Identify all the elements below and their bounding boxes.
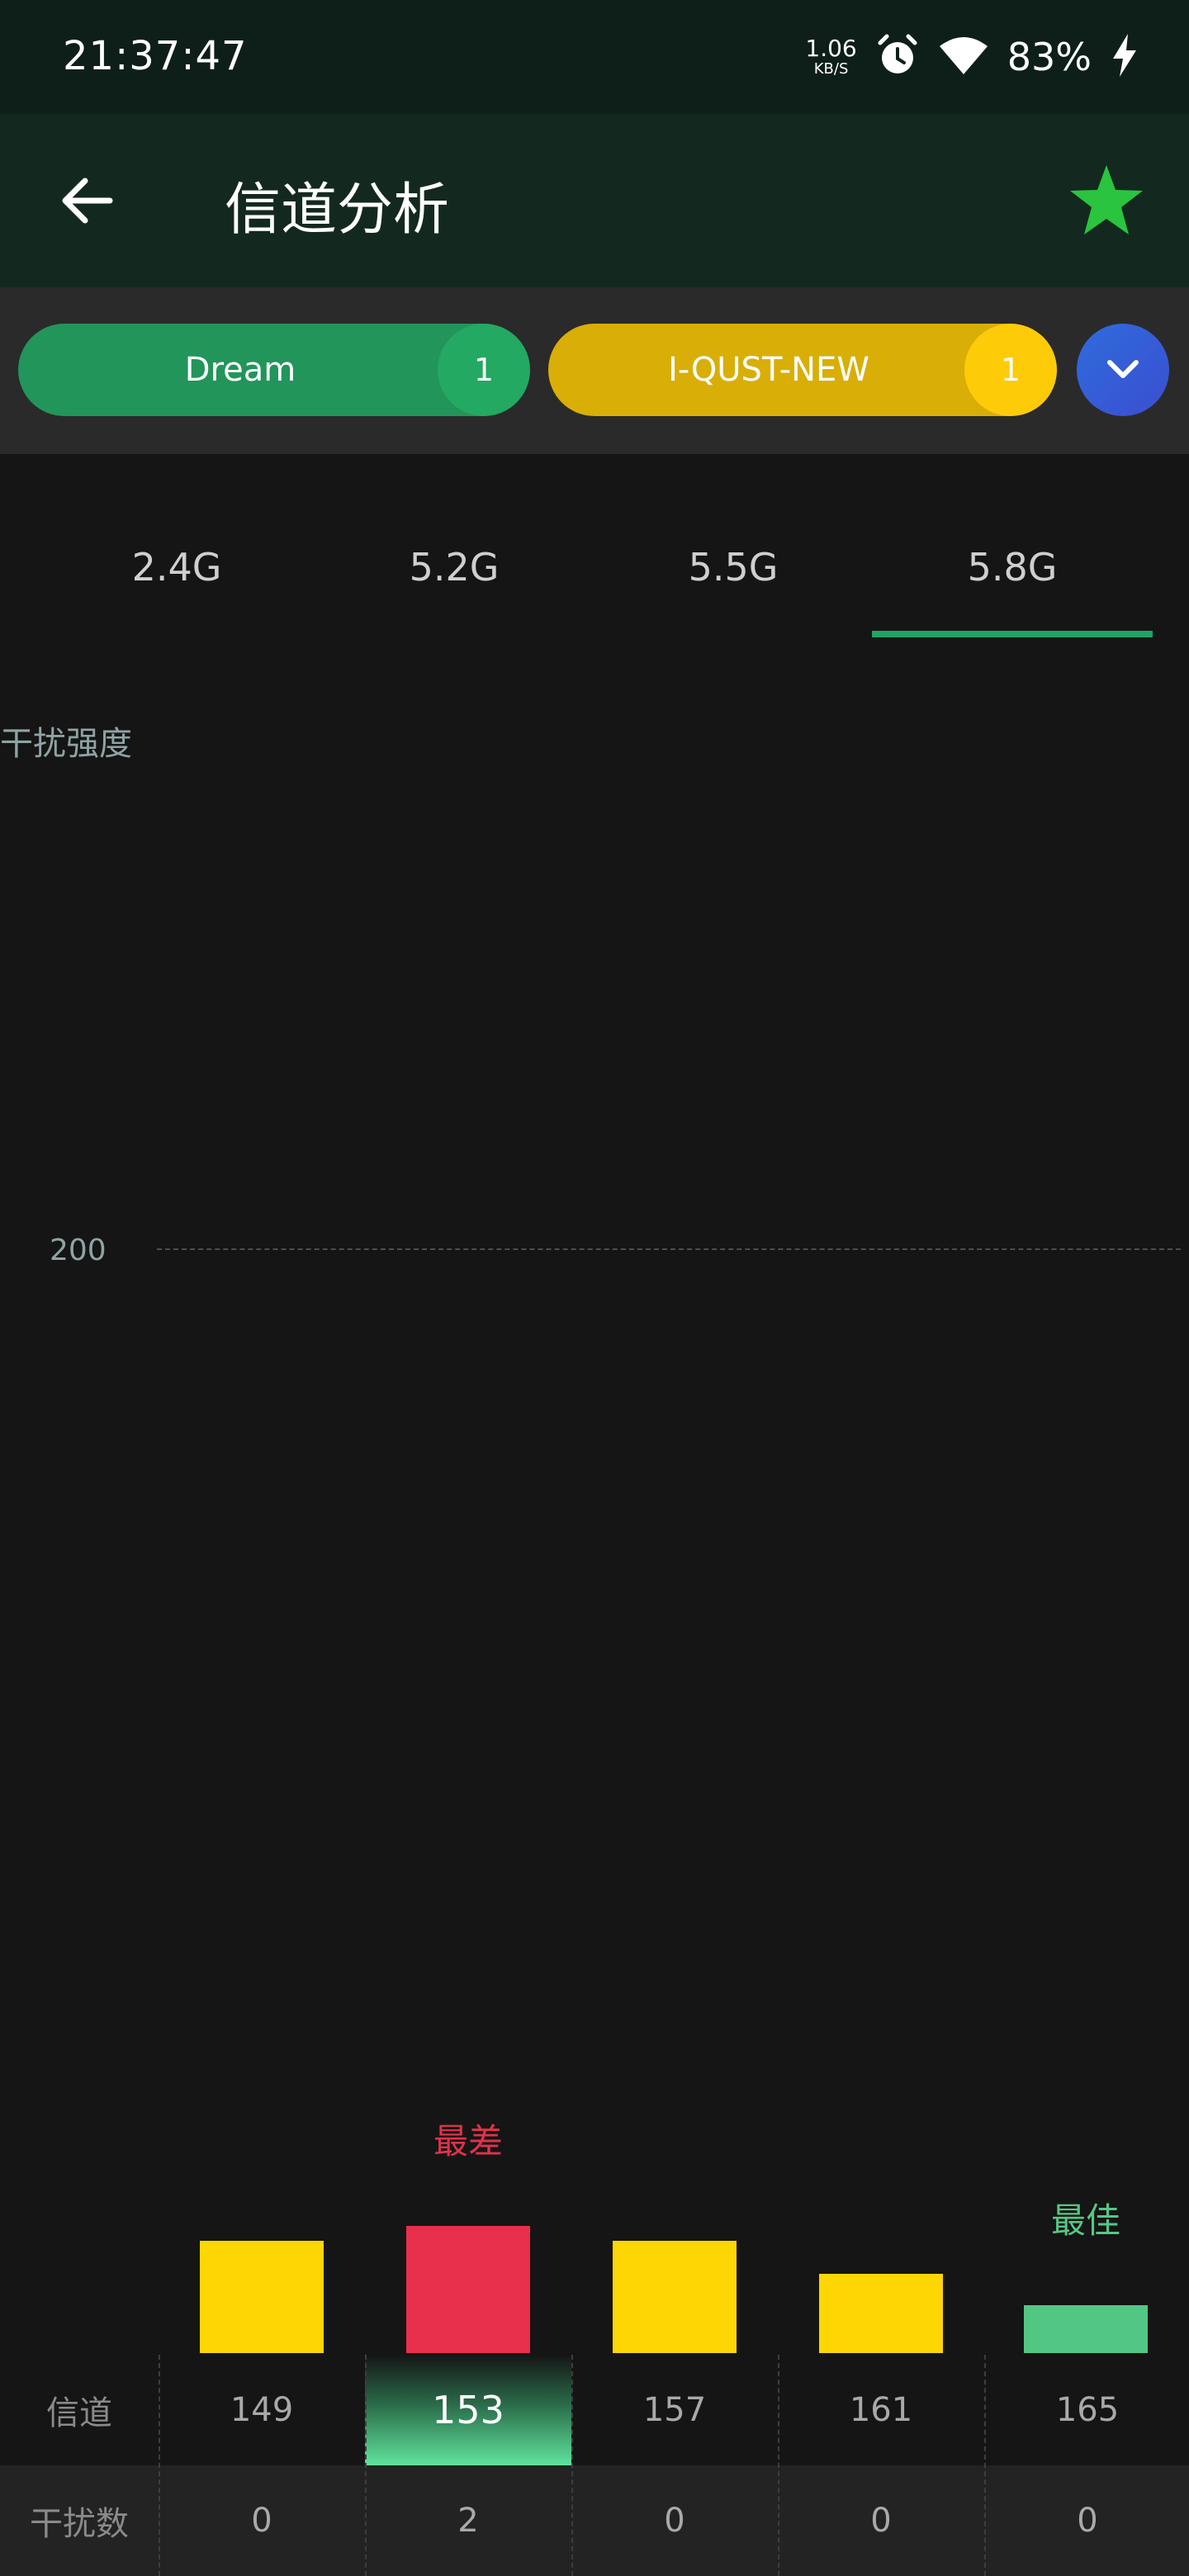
channel-bar-161 xyxy=(819,2274,943,2353)
tab-5-8g[interactable]: 5.8G xyxy=(872,545,1153,590)
tab-indicator xyxy=(872,631,1153,637)
network-chip-count: 1 xyxy=(964,324,1057,416)
network-chip-count: 1 xyxy=(438,324,530,416)
channel-bar-157 xyxy=(613,2241,737,2353)
interference-cell: 0 xyxy=(870,2502,892,2540)
channel-bar-165 xyxy=(1024,2305,1148,2353)
channel-cell[interactable]: 157 xyxy=(571,2355,778,2465)
network-speed: 1.06 KB/S xyxy=(805,37,856,77)
charging-icon xyxy=(1110,32,1139,82)
column-divider xyxy=(571,2355,573,2576)
channel-row-header: 信道 xyxy=(46,2394,112,2432)
network-chip-label: I-QUST-NEW xyxy=(668,351,869,389)
channel-bar-149 xyxy=(200,2241,324,2353)
interference-row: 干扰数 0 2 0 0 0 xyxy=(0,2465,1189,2576)
battery-percent: 83% xyxy=(1007,35,1092,79)
app-bar: 信道分析 xyxy=(0,114,1189,287)
column-divider xyxy=(159,2355,160,2576)
status-bar: 21:37:47 1.06 KB/S 83% xyxy=(0,0,1189,114)
status-time: 21:37:47 xyxy=(63,33,248,79)
column-divider xyxy=(984,2355,986,2576)
wifi-icon xyxy=(938,35,989,79)
worst-channel-label: 最差 xyxy=(433,2121,503,2162)
tab-2-4g[interactable]: 2.4G xyxy=(36,545,317,590)
tab-5-2g[interactable]: 5.2G xyxy=(314,545,594,590)
band-tabs: 2.4G 5.2G 5.5G 5.8G xyxy=(0,454,1189,644)
gridline xyxy=(157,1248,1181,1250)
status-icons: 1.06 KB/S 83% xyxy=(805,28,1139,86)
favorite-button[interactable] xyxy=(1065,159,1148,241)
interference-cell: 0 xyxy=(1077,2502,1098,2540)
best-channel-label: 最佳 xyxy=(1050,2200,1120,2241)
tab-5-5g[interactable]: 5.5G xyxy=(593,545,874,590)
star-icon xyxy=(1070,165,1143,234)
interference-cell: 0 xyxy=(664,2502,685,2540)
network-chip-dream[interactable]: Dream 1 xyxy=(18,324,530,416)
channel-row: 信道 149 153 157 161 165 xyxy=(0,2355,1189,2465)
y-tick-label: 200 xyxy=(50,1234,107,1267)
column-divider xyxy=(365,2355,367,2576)
network-speed-unit: KB/S xyxy=(813,60,849,78)
channel-bar-153 xyxy=(406,2226,530,2353)
alarm-icon xyxy=(875,33,920,81)
column-divider xyxy=(778,2355,779,2576)
channel-cell[interactable]: 161 xyxy=(778,2355,984,2465)
network-speed-value: 1.06 xyxy=(805,35,857,62)
interference-cell: 0 xyxy=(251,2502,272,2540)
channel-cell[interactable]: 149 xyxy=(159,2355,365,2465)
channel-cell[interactable]: 165 xyxy=(984,2355,1189,2465)
y-axis-title: 干扰强度 xyxy=(0,725,132,763)
chevron-down-icon xyxy=(1107,360,1139,378)
back-button[interactable] xyxy=(50,163,124,238)
interference-cell: 2 xyxy=(457,2502,479,2540)
channel-cell-selected[interactable]: 153 xyxy=(365,2355,571,2465)
interference-row-header: 干扰数 xyxy=(30,2505,129,2543)
network-chip-label: Dream xyxy=(184,351,296,389)
expand-networks-button[interactable] xyxy=(1077,324,1169,416)
arrow-left-icon xyxy=(62,178,113,224)
network-chip-i-qust-new[interactable]: I-QUST-NEW 1 xyxy=(548,324,1057,416)
network-filter-bar: Dream 1 I-QUST-NEW 1 xyxy=(0,287,1189,454)
page-title: 信道分析 xyxy=(225,178,450,243)
